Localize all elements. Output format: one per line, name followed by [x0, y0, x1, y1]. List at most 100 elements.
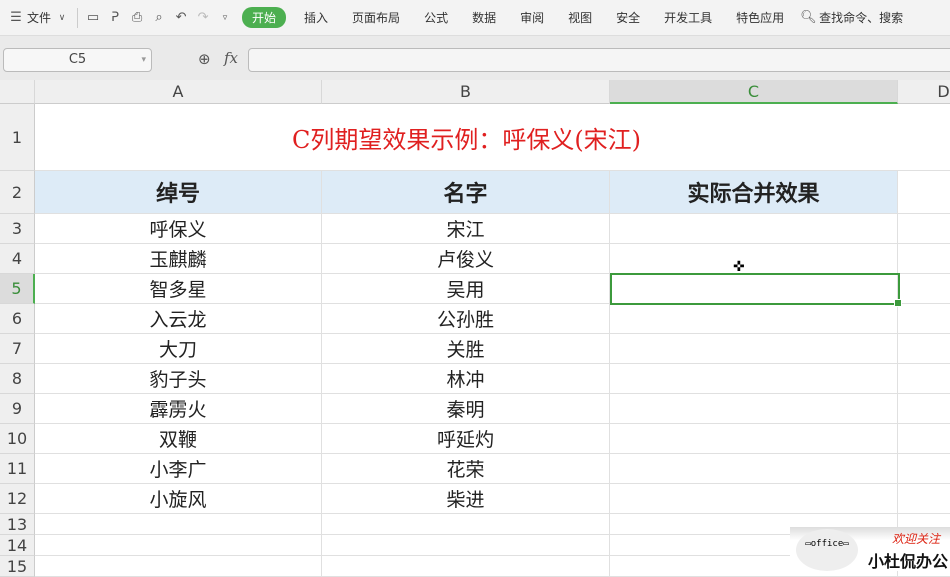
- file-menu[interactable]: 文件: [27, 9, 51, 26]
- cell-C7[interactable]: [610, 334, 898, 364]
- cell-A15[interactable]: [35, 556, 322, 577]
- cell-D11[interactable]: [898, 454, 950, 484]
- more-icon[interactable]: ▿: [217, 13, 233, 23]
- cell-D4[interactable]: [898, 244, 950, 274]
- print-icon[interactable]: ⎙: [129, 10, 145, 25]
- cell-A7[interactable]: 大刀: [35, 334, 322, 364]
- row-header-14[interactable]: 14: [0, 535, 35, 556]
- cell-B15[interactable]: [322, 556, 610, 577]
- row-header-10[interactable]: 10: [0, 424, 35, 454]
- cell-C10[interactable]: [610, 424, 898, 454]
- search-command[interactable]: 查找命令、搜索: [819, 9, 903, 26]
- tab-0[interactable]: 开始: [242, 7, 287, 28]
- cell-C11[interactable]: [610, 454, 898, 484]
- cell-B3[interactable]: 宋江: [322, 214, 610, 244]
- cell-C9[interactable]: [610, 394, 898, 424]
- cell-A9[interactable]: 霹雳火: [35, 394, 322, 424]
- tab-5[interactable]: 审阅: [508, 9, 556, 26]
- row-header-6[interactable]: 6: [0, 304, 35, 334]
- cell-A6[interactable]: 入云龙: [35, 304, 322, 334]
- cell-D10[interactable]: [898, 424, 950, 454]
- row-header-12[interactable]: 12: [0, 484, 35, 514]
- cell-C6[interactable]: [610, 304, 898, 334]
- cell-B7[interactable]: 关胜: [322, 334, 610, 364]
- menu-icon[interactable]: ☰: [8, 10, 24, 25]
- redo-icon[interactable]: ↷: [195, 10, 211, 25]
- row-header-5[interactable]: 5: [0, 274, 35, 304]
- chevron-down-icon[interactable]: ▾: [141, 49, 146, 71]
- row-header-11[interactable]: 11: [0, 454, 35, 484]
- cell-B13[interactable]: [322, 514, 610, 535]
- cell-C12[interactable]: [610, 484, 898, 514]
- cell-A8[interactable]: 豹子头: [35, 364, 322, 394]
- cell-B11[interactable]: 花荣: [322, 454, 610, 484]
- cell-A14[interactable]: [35, 535, 322, 556]
- search-icon[interactable]: 🔍︎: [800, 10, 817, 25]
- tab-7[interactable]: 安全: [604, 9, 652, 26]
- row-header-13[interactable]: 13: [0, 514, 35, 535]
- cell-B5[interactable]: 吴用: [322, 274, 610, 304]
- cell-D7[interactable]: [898, 334, 950, 364]
- tab-2[interactable]: 页面布局: [340, 9, 412, 26]
- save-icon[interactable]: ▭: [85, 10, 101, 25]
- row-header-4[interactable]: 4: [0, 244, 35, 274]
- tab-6[interactable]: 视图: [556, 9, 604, 26]
- cell-A3[interactable]: 呼保义: [35, 214, 322, 244]
- zoom-icon[interactable]: ⊕: [198, 50, 211, 68]
- cell-C8[interactable]: [610, 364, 898, 394]
- cell-A10[interactable]: 双鞭: [35, 424, 322, 454]
- cell-B4[interactable]: 卢俊义: [322, 244, 610, 274]
- column-header-C[interactable]: C: [610, 80, 898, 104]
- tab-4[interactable]: 数据: [460, 9, 508, 26]
- cell-D12[interactable]: [898, 484, 950, 514]
- cell-B8[interactable]: 林冲: [322, 364, 610, 394]
- formula-input[interactable]: [248, 48, 950, 72]
- column-header-B[interactable]: B: [322, 80, 610, 104]
- row-header-3[interactable]: 3: [0, 214, 35, 244]
- cell-B12[interactable]: 柴进: [322, 484, 610, 514]
- cell-B14[interactable]: [322, 535, 610, 556]
- cell-D6[interactable]: [898, 304, 950, 334]
- cell-D1[interactable]: [898, 104, 950, 171]
- cell-D3[interactable]: [898, 214, 950, 244]
- name-box[interactable]: C5 ▾: [3, 48, 152, 72]
- tab-3[interactable]: 公式: [412, 9, 460, 26]
- cell-B6[interactable]: 公孙胜: [322, 304, 610, 334]
- column-header-D[interactable]: D: [898, 80, 950, 104]
- function-icon[interactable]: fx: [224, 49, 238, 67]
- undo-icon[interactable]: ↶: [173, 10, 189, 25]
- selected-cell-c5[interactable]: [610, 273, 902, 307]
- cell-D2[interactable]: [898, 171, 950, 214]
- cell-B9[interactable]: 秦明: [322, 394, 610, 424]
- cell-D5[interactable]: [898, 274, 950, 304]
- row-header-9[interactable]: 9: [0, 394, 35, 424]
- cell-A4[interactable]: 玉麒麟: [35, 244, 322, 274]
- cell-A11[interactable]: 小李广: [35, 454, 322, 484]
- print-preview-icon[interactable]: ⌕: [151, 10, 167, 25]
- tab-1[interactable]: 插入: [292, 9, 340, 26]
- row-header-1[interactable]: 1: [0, 104, 35, 171]
- cell-B10[interactable]: 呼延灼: [322, 424, 610, 454]
- cell-A5[interactable]: 智多星: [35, 274, 322, 304]
- row-header-15[interactable]: 15: [0, 556, 35, 577]
- cell-C3[interactable]: [610, 214, 898, 244]
- cell-A13[interactable]: [35, 514, 322, 535]
- cell-D9[interactable]: [898, 394, 950, 424]
- cell-A12[interactable]: 小旋风: [35, 484, 322, 514]
- tab-8[interactable]: 开发工具: [652, 9, 724, 26]
- row-header-2[interactable]: 2: [0, 171, 35, 214]
- tab-9[interactable]: 特色应用: [724, 9, 796, 26]
- office-logo: ▭office▭: [796, 529, 858, 571]
- cell-C2[interactable]: 实际合并效果: [610, 171, 898, 214]
- cell-A2[interactable]: 绰号: [35, 171, 322, 214]
- chevron-down-icon[interactable]: ∨: [54, 13, 70, 23]
- row-header-7[interactable]: 7: [0, 334, 35, 364]
- format-painter-icon[interactable]: ᕈ: [107, 10, 123, 25]
- watermark: ▭office▭ 欢迎关注 小杜侃办公: [790, 527, 950, 571]
- column-header-A[interactable]: A: [35, 80, 322, 104]
- cell-C4[interactable]: [610, 244, 898, 274]
- select-all[interactable]: [0, 80, 35, 104]
- row-header-8[interactable]: 8: [0, 364, 35, 394]
- cell-D8[interactable]: [898, 364, 950, 394]
- cell-B2[interactable]: 名字: [322, 171, 610, 214]
